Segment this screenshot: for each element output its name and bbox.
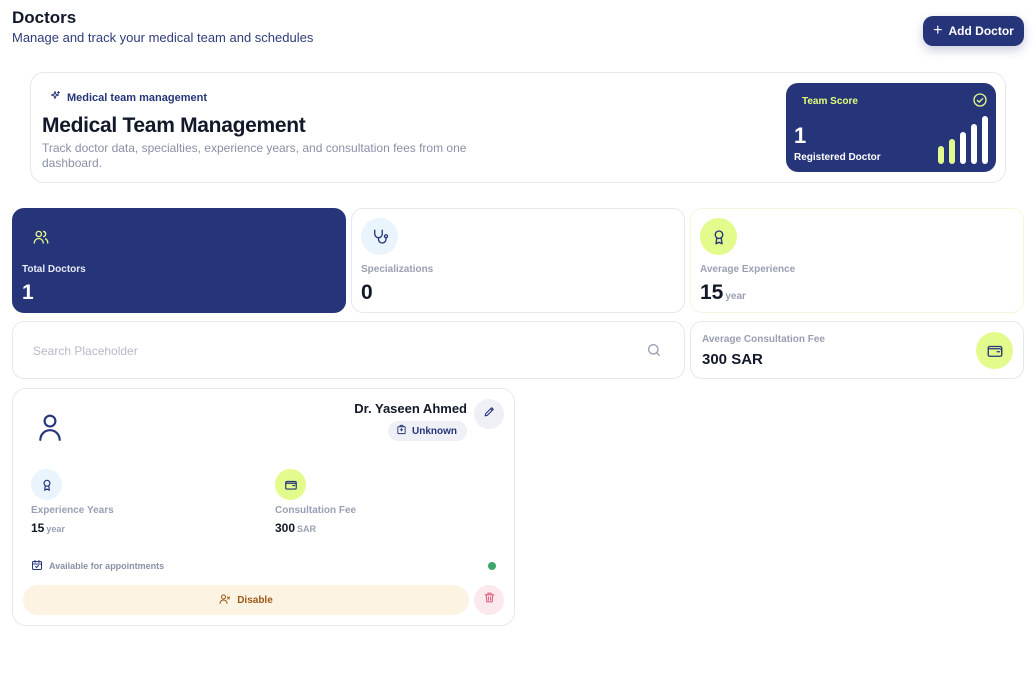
team-score-card: Team Score 1 Registered Doctor bbox=[786, 83, 996, 172]
stat-number: 15 bbox=[700, 281, 724, 304]
page-subtitle: Manage and track your medical team and s… bbox=[12, 30, 314, 45]
doctor-name: Dr. Yaseen Ahmed bbox=[354, 401, 467, 416]
fee-label: Average Consultation Fee bbox=[702, 334, 825, 345]
add-doctor-label: Add Doctor bbox=[948, 24, 1014, 38]
calendar-check-icon bbox=[31, 559, 43, 573]
user-x-icon bbox=[219, 593, 231, 608]
hospital-icon bbox=[396, 424, 407, 438]
availability-status-dot bbox=[488, 562, 496, 570]
stat-value: 15 year bbox=[700, 281, 746, 305]
experience-label: Experience Years bbox=[31, 505, 114, 516]
stat-average-fee: Average Consultation Fee 300 SAR bbox=[690, 321, 1024, 379]
fee-value: 300 SAR bbox=[275, 521, 356, 535]
department-label: Unknown bbox=[412, 425, 457, 437]
hero-description: Track doctor data, specialties, experien… bbox=[42, 141, 467, 170]
experience-unit: year bbox=[46, 524, 65, 534]
stat-label: Specializations bbox=[361, 264, 434, 275]
sparkles-icon bbox=[49, 90, 61, 105]
stat-value: 1 bbox=[22, 281, 34, 304]
search-bar bbox=[12, 321, 685, 379]
add-doctor-button[interactable]: + Add Doctor bbox=[923, 16, 1024, 46]
availability-row: Available for appointments bbox=[31, 559, 164, 573]
hero-tag-label: Medical team management bbox=[67, 91, 207, 104]
fee-label: Consultation Fee bbox=[275, 505, 357, 516]
team-score-label: Team Score bbox=[802, 96, 858, 107]
trash-icon bbox=[483, 591, 496, 609]
check-circle-icon bbox=[972, 92, 988, 113]
delete-button[interactable] bbox=[474, 585, 504, 615]
edit-button[interactable] bbox=[474, 399, 504, 429]
search-icon[interactable] bbox=[646, 342, 662, 363]
team-score-value: 1 bbox=[794, 123, 807, 148]
experience-block: Experience Years 15 year bbox=[31, 469, 114, 535]
experience-value: 15 year bbox=[31, 521, 114, 535]
search-input[interactable] bbox=[33, 341, 633, 361]
user-avatar-icon bbox=[37, 413, 63, 446]
fee-block: Consultation Fee 300 SAR bbox=[275, 469, 356, 535]
disable-label: Disable bbox=[237, 594, 273, 606]
stat-label: Average Experience bbox=[700, 264, 796, 275]
disable-button[interactable]: Disable bbox=[23, 585, 469, 615]
fee-unit: SAR bbox=[297, 524, 317, 534]
experience-number: 15 bbox=[31, 521, 45, 535]
doctor-card: Dr. Yaseen Ahmed Unknown Experience Year… bbox=[12, 388, 515, 626]
department-badge: Unknown bbox=[388, 421, 467, 441]
stat-specializations: Specializations 0 bbox=[351, 208, 685, 313]
wallet-icon bbox=[275, 469, 306, 500]
team-score-sublabel: Registered Doctor bbox=[794, 152, 881, 163]
fee-value: 300 SAR bbox=[702, 351, 763, 368]
award-icon bbox=[31, 469, 62, 500]
pencil-icon bbox=[483, 405, 496, 423]
wallet-icon bbox=[976, 332, 1013, 369]
stat-total-doctors: Total Doctors 1 bbox=[12, 208, 346, 313]
stat-unit: year bbox=[725, 291, 746, 302]
signal-bars-icon bbox=[938, 116, 988, 164]
award-icon bbox=[700, 218, 737, 255]
hero-panel: Medical team management Medical Team Man… bbox=[30, 72, 1006, 183]
availability-label: Available for appointments bbox=[49, 561, 165, 571]
hero-tag: Medical team management bbox=[49, 90, 207, 105]
stat-value: 0 bbox=[361, 281, 373, 304]
stethoscope-icon bbox=[361, 218, 398, 255]
hero-title: Medical Team Management bbox=[42, 114, 306, 137]
fee-number: 300 bbox=[275, 521, 296, 535]
plus-icon: + bbox=[933, 22, 943, 39]
stat-average-experience: Average Experience 15 year bbox=[690, 208, 1024, 313]
page-title: Doctors bbox=[12, 8, 77, 27]
users-icon bbox=[22, 218, 59, 255]
stat-label: Total Doctors bbox=[22, 264, 86, 275]
